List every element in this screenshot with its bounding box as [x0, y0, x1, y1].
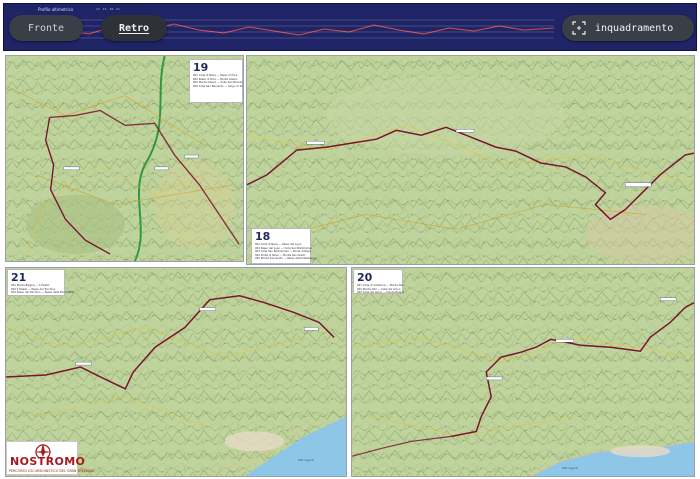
- map-sheet-20[interactable]: 20 001 Colle di Cadibona — Monte Alto 00…: [351, 267, 695, 477]
- back-label: Retro: [118, 22, 150, 34]
- legend-line: 005 Monte Saccarello — Passo della Mezza…: [255, 257, 317, 261]
- sheet-number: 20: [357, 271, 373, 284]
- map-terrain: [352, 268, 694, 476]
- legend-line: 003 Colle del Giovo — Monte Beigua: [357, 291, 405, 295]
- back-button[interactable]: Retro: [101, 15, 167, 41]
- nostromo-logo: NOSTROMO PERCORSO ESCURSIONISTICO DEL GR…: [6, 441, 95, 475]
- logo-name: NOSTROMO: [10, 455, 86, 468]
- map-terrain: [247, 56, 694, 264]
- sheet-label-18: 18 001 Colle di Nava — Passo del Lupo 00…: [251, 228, 317, 264]
- sheet-number: 18: [255, 230, 271, 243]
- logo-tagline: PERCORSO ESCURSIONISTICO DEL GRAN TREKKI…: [9, 469, 95, 473]
- frame-button[interactable]: inquadramento: [562, 15, 694, 41]
- sea-label: Mar Ligure: [298, 458, 315, 462]
- map-sheet-18[interactable]: 18 001 Colle di Nava — Passo del Lupo 00…: [246, 55, 695, 265]
- top-toolbar: Profilo altimetrico 12 · 15 · 28 · 21 Fr…: [3, 3, 697, 51]
- sea-label: Mar Ligure: [562, 466, 579, 470]
- legend-line: 004 Colle San Bernardo — Giogo di Toiran…: [193, 84, 244, 88]
- frame-label: inquadramento: [595, 22, 674, 34]
- sheet-label-21: 21 001 Monte Beigua — Il Faiallo 002 Il …: [7, 269, 74, 296]
- front-label: Fronte: [27, 22, 65, 34]
- legend-line: 003 Passo del Turchino — Passo della Boc…: [11, 291, 74, 295]
- sheet-label-20: 20 001 Colle di Cadibona — Monte Alto 00…: [353, 269, 405, 295]
- crosshair-frame-icon: [572, 21, 586, 35]
- map-sheet-19[interactable]: 19 001 Colle di Nava — Passo di Pora 002…: [5, 55, 244, 262]
- sheet-number: 21: [11, 271, 27, 284]
- sheet-label-19: 19 001 Colle di Nava — Passo di Pora 002…: [189, 59, 243, 103]
- front-button[interactable]: Fronte: [9, 15, 83, 41]
- profile-values: 12 · 15 · 28 · 21: [96, 7, 120, 11]
- sheet-number: 19: [193, 61, 209, 74]
